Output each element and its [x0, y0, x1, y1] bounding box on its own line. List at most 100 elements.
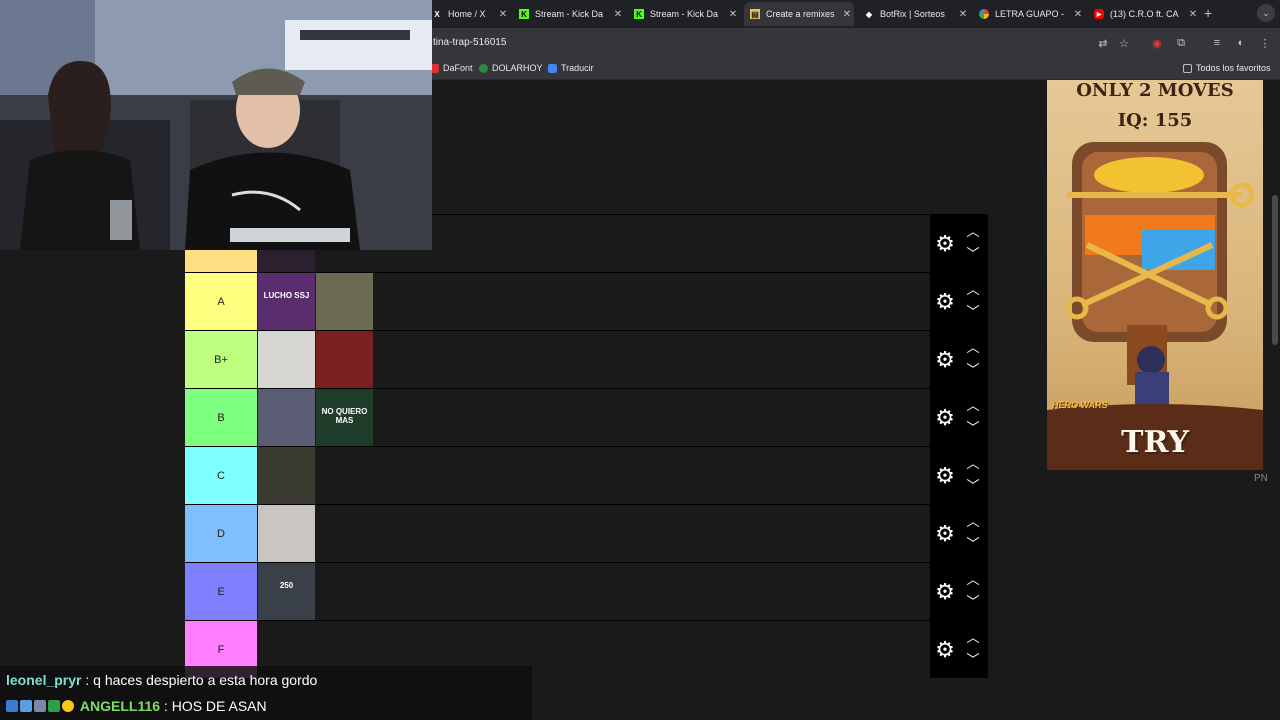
- album-cover[interactable]: [316, 331, 373, 388]
- close-icon[interactable]: ✕: [1071, 9, 1085, 20]
- album-cover[interactable]: 250: [258, 563, 315, 620]
- chat-username: leonel_pryr: [6, 672, 82, 688]
- bookmark-label: DOLARHOY: [492, 63, 543, 73]
- close-icon[interactable]: ✕: [840, 9, 854, 20]
- gear-icon[interactable]: ⚙: [934, 407, 956, 429]
- tab-1[interactable]: K Stream - Kick Da ✕: [513, 2, 625, 26]
- album-cover[interactable]: [258, 505, 315, 562]
- all-bookmarks[interactable]: Todos los favoritos: [1183, 63, 1271, 73]
- tab-4[interactable]: ◆ BotRix | Sorteos ✕: [858, 2, 970, 26]
- tab-3[interactable]: ▤ Create a remixes ✕: [744, 2, 854, 26]
- chevron-up-icon[interactable]: ︿: [965, 225, 981, 239]
- tab-5[interactable]: LETRA GUAPO - ✕: [973, 2, 1085, 26]
- album-cover[interactable]: [316, 273, 373, 330]
- tiermaker-icon: ▤: [750, 9, 760, 19]
- ad-iq-text: IQ: 155: [1117, 110, 1193, 131]
- album-cover-text: NO QUIERO MAS: [321, 407, 368, 425]
- tier-label[interactable]: A: [185, 273, 257, 330]
- gear-icon[interactable]: ⚙: [934, 465, 956, 487]
- gear-icon[interactable]: ⚙: [934, 639, 956, 661]
- gear-icon[interactable]: ⚙: [934, 233, 956, 255]
- chevron-down-icon[interactable]: ﹀: [965, 479, 981, 493]
- gear-icon[interactable]: ⚙: [934, 349, 956, 371]
- close-icon[interactable]: ✕: [611, 9, 625, 20]
- album-cover[interactable]: [258, 447, 315, 504]
- bookmark-label: Todos los favoritos: [1196, 63, 1271, 73]
- tier-controls: ⚙ ︿ ﹀: [930, 505, 988, 562]
- chevron-down-icon[interactable]: ﹀: [965, 421, 981, 435]
- chevron-up-icon[interactable]: ︿: [965, 457, 981, 471]
- bookmark-dafont[interactable]: DaFont: [430, 63, 473, 73]
- tier-row: A LUCHO SSJ ⚙ ︿ ﹀: [185, 272, 988, 330]
- chat-separator: :: [81, 672, 94, 688]
- google-icon: [979, 9, 989, 19]
- chevron-down-icon[interactable]: ﹀: [965, 595, 981, 609]
- close-icon[interactable]: ✕: [1186, 9, 1200, 20]
- chevron-down-icon[interactable]: ﹀: [965, 247, 981, 261]
- tier-items: NO QUIERO MAS: [258, 389, 374, 446]
- tab-title: (13) C.R.O ft. CA: [1110, 9, 1179, 19]
- tier-label[interactable]: B: [185, 389, 257, 446]
- ad-brand-logo: HERO WARS: [1052, 400, 1108, 410]
- tier-row: B+ ⚙ ︿ ﹀: [185, 330, 988, 388]
- gear-icon[interactable]: ⚙: [934, 291, 956, 313]
- menu-icon[interactable]: ⋮: [1258, 36, 1272, 50]
- tab-0[interactable]: X Home / X ✕: [426, 2, 510, 26]
- new-tab-button[interactable]: +: [1204, 5, 1212, 21]
- chat-message: ANGELL116 : HOS DE ASAN: [6, 698, 267, 714]
- chevron-down-icon[interactable]: ﹀: [965, 537, 981, 551]
- chevron-down-icon[interactable]: ﹀: [965, 653, 981, 667]
- tab-title: BotRix | Sorteos: [880, 9, 945, 19]
- webcam-scene: [0, 0, 432, 250]
- media-icon[interactable]: ≡: [1210, 36, 1224, 50]
- chevron-up-icon[interactable]: ︿: [965, 573, 981, 587]
- profile-icon[interactable]: ◐: [1234, 36, 1248, 50]
- bookmark-star-icon[interactable]: ☆: [1117, 36, 1131, 50]
- tab-title: Stream - Kick Da: [650, 9, 719, 19]
- chevron-up-icon[interactable]: ︿: [965, 399, 981, 413]
- gear-icon[interactable]: ⚙: [934, 523, 956, 545]
- ad-try-button[interactable]: TRY: [1047, 425, 1263, 460]
- close-icon[interactable]: ✕: [956, 9, 970, 20]
- tab-2[interactable]: K Stream - Kick Da ✕: [628, 2, 740, 26]
- bookmark-traducir[interactable]: Traducir: [548, 63, 594, 73]
- chevron-up-icon[interactable]: ︿: [965, 283, 981, 297]
- tier-label[interactable]: B+: [185, 331, 257, 388]
- close-icon[interactable]: ✕: [496, 9, 510, 20]
- ad-artwork: [1047, 142, 1263, 470]
- tab-6[interactable]: ▶ (13) C.R.O ft. CA ✕: [1088, 2, 1200, 26]
- chevron-down-icon[interactable]: ﹀: [965, 363, 981, 377]
- bookmark-dolarhoy[interactable]: DOLARHOY: [479, 63, 543, 73]
- tier-row: D ⚙ ︿ ﹀: [185, 504, 988, 562]
- tab-search-button[interactable]: ⌄: [1257, 4, 1275, 22]
- chevron-up-icon[interactable]: ︿: [965, 631, 981, 645]
- close-icon[interactable]: ✕: [726, 9, 740, 20]
- chevron-down-icon[interactable]: ﹀: [965, 305, 981, 319]
- chevron-up-icon[interactable]: ︿: [965, 515, 981, 529]
- record-icon[interactable]: ◉: [1150, 36, 1164, 50]
- tab-title: Create a remixes: [766, 9, 835, 19]
- tab-title: Stream - Kick Da: [535, 9, 604, 19]
- gear-icon[interactable]: ⚙: [934, 581, 956, 603]
- tier-controls: ⚙ ︿ ﹀: [930, 215, 988, 272]
- url-text[interactable]: tina-trap-516015: [433, 37, 506, 48]
- tier-controls: ⚙ ︿ ﹀: [930, 389, 988, 446]
- extensions-icon[interactable]: ⧉: [1174, 36, 1188, 50]
- album-cover[interactable]: [258, 331, 315, 388]
- album-cover[interactable]: NO QUIERO MAS: [316, 389, 373, 446]
- tab-title: LETRA GUAPO -: [995, 9, 1065, 19]
- page-scrollbar[interactable]: [1272, 195, 1278, 345]
- tier-items: [258, 331, 374, 388]
- tier-items: [258, 505, 316, 562]
- tier-label[interactable]: E: [185, 563, 257, 620]
- ad-banner[interactable]: ONLY 2 MOVES IQ: 155 HERO WARS TRY: [1047, 80, 1263, 470]
- chevron-up-icon[interactable]: ︿: [965, 341, 981, 355]
- chat-text: q haces despierto a esta hora gordo: [93, 672, 318, 688]
- album-cover[interactable]: [258, 389, 315, 446]
- tier-label[interactable]: D: [185, 505, 257, 562]
- tier-label[interactable]: C: [185, 447, 257, 504]
- album-cover[interactable]: LUCHO SSJ: [258, 273, 315, 330]
- tier-items: [258, 447, 316, 504]
- translate-icon[interactable]: ⇄: [1096, 36, 1110, 50]
- album-cover-text: LUCHO SSJ: [263, 291, 310, 300]
